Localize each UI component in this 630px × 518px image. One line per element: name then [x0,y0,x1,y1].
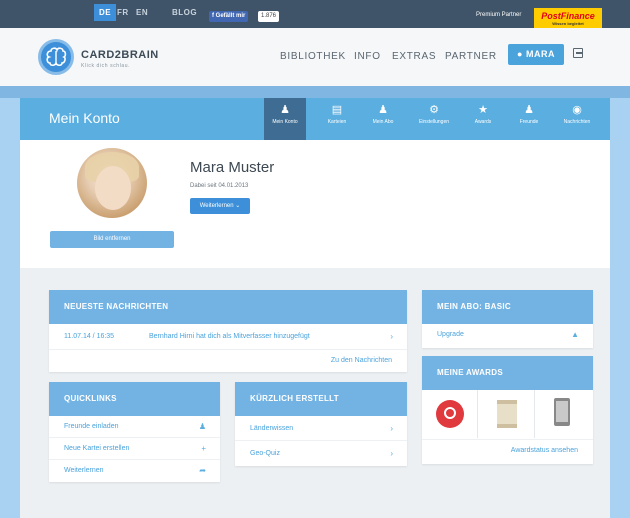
plus-icon: + [201,444,206,453]
language-de[interactable]: DE [94,4,117,21]
page-title: Mein Konto [49,110,120,126]
user-name: MARA [525,49,555,59]
upgrade-link[interactable]: Upgrade ▲ [422,324,593,346]
postfinance-logo[interactable]: PostFinance Wissen begleitet [534,8,602,28]
member-since: Dabei seit 04.01.2013 [190,183,249,189]
friends-icon: ♟ [198,422,206,431]
subscription-icon: ♟ [378,104,388,116]
header-band [0,86,630,98]
quicklinks-card: QUICKLINKS Freunde einladen ♟ Neue Karte… [49,382,220,482]
news-card: NEUESTE NACHRICHTEN 11.07.14 / 16:35 Ber… [49,290,407,372]
logout-icon[interactable] [573,48,583,58]
quicklinks-title: QUICKLINKS [49,382,220,416]
nav-extras[interactable]: EXTRAS [392,51,436,62]
subscription-title: MEIN ABO: BASIC [422,290,593,324]
quicklink-label: Neue Kartei erstellen [64,445,130,452]
tab-label: Freunde [519,119,539,125]
quicklink-invite-friends[interactable]: Freunde einladen ♟ [49,416,220,438]
recent-item[interactable]: Geo-Quiz › [235,441,407,466]
thumbs-up-icon: ▲ [571,330,579,339]
award-status-link[interactable]: Awardstatus ansehen [422,440,593,462]
profile-section: Bild entfernen Mara Muster Dabei seit 04… [20,140,610,268]
friends-icon: ♟ [524,104,534,116]
continue-learning-button[interactable]: Weiterlernen ⌄ [190,198,250,214]
remove-image-button[interactable]: Bild entfernen [50,231,174,248]
recent-item-label: Geo-Quiz [250,450,280,457]
tab-label: Mein Abo [372,119,394,125]
facebook-like-button[interactable]: f Gefällt mir [209,11,249,22]
chevron-down-icon: ⌄ [233,203,241,209]
language-en[interactable]: EN [136,8,148,17]
quicklink-new-deck[interactable]: Neue Kartei erstellen + [49,438,220,460]
quicklink-label: Weiterlernen [64,467,104,474]
news-date: 11.07.14 / 16:35 [64,333,115,340]
recent-item-label: Länderwissen [250,425,294,432]
recent-card: KÜRZLICH ERSTELLT Länderwissen › Geo-Qui… [235,382,407,466]
continue-learning-label: Weiterlernen [199,203,234,209]
postfinance-logo-text: PostFinance [541,11,595,21]
blog-link[interactable]: BLOG [172,8,197,17]
account-bar: Mein Konto ♟ Mein Konto ▤ Karteien ♟ Mei… [20,98,610,145]
brand-slogan: Klick dich schlau. [81,63,131,69]
postfinance-slogan: Wissen begleitet [552,21,584,26]
tab-awards[interactable]: ★ Awards [463,98,503,140]
tab-label: Mein Konto [272,119,298,125]
upgrade-label: Upgrade [437,331,464,338]
tab-mein-konto[interactable]: ♟ Mein Konto [264,98,306,145]
chevron-right-icon: › [390,449,393,458]
nav-partner[interactable]: PARTNER [445,51,497,62]
cards-icon: ▤ [331,104,343,116]
tab-einstellungen[interactable]: ⚙ Einstellungen [412,98,456,140]
quicklink-continue[interactable]: Weiterlernen ➦ [49,460,220,482]
recent-title: KÜRZLICH ERSTELLT [235,382,407,416]
site-header: CARD2BRAIN Klick dich schlau. BIBLIOTHEK… [0,28,630,86]
tab-label: Nachrichten [563,119,591,125]
tab-label: Karteien [327,119,347,125]
award-power-icon[interactable] [422,390,478,438]
share-arrow-icon: ➦ [199,466,206,475]
dashboard-area: NEUESTE NACHRICHTEN 11.07.14 / 16:35 Ber… [20,268,610,518]
user-menu-button[interactable]: ● MARA [508,44,564,65]
recent-item[interactable]: Länderwissen › [235,416,407,441]
user-icon: ● [517,49,526,59]
tab-freunde[interactable]: ♟ Freunde [508,98,550,140]
award-pillar-icon[interactable] [479,390,535,438]
chevron-right-icon: › [390,424,393,433]
chat-icon: ◉ [572,104,582,116]
brand-name[interactable]: CARD2BRAIN [81,49,159,61]
news-title: NEUESTE NACHRICHTEN [49,290,407,324]
awards-row [422,390,593,440]
facebook-like-count: 1.876 [258,11,280,22]
facebook-like-label: Gefällt mir [215,13,246,19]
avatar[interactable] [77,148,147,218]
user-icon: ♟ [280,104,290,116]
profile-name: Mara Muster [190,159,275,176]
gear-icon: ⚙ [429,104,439,116]
awards-title: MEINE AWARDS [422,356,593,390]
news-text: Bernhard Hirni hat dich als Mitverfasser… [149,333,310,340]
quicklink-label: Freunde einladen [64,423,119,430]
language-fr[interactable]: FR [117,8,129,17]
tab-nachrichten[interactable]: ◉ Nachrichten [554,98,600,140]
tab-karteien[interactable]: ▤ Karteien [310,98,364,140]
trophy-icon: ★ [478,104,488,116]
tab-label: Einstellungen [418,119,450,125]
chevron-right-icon: › [390,332,393,341]
top-bar: DE FR EN BLOG f Gefällt mir 1.876 Premiu… [0,0,630,28]
news-item[interactable]: 11.07.14 / 16:35 Bernhard Hirni hat dich… [49,324,407,350]
tab-mein-abo[interactable]: ♟ Mein Abo [360,98,406,140]
tab-label: Awards [474,119,492,125]
all-messages-link[interactable]: Zu den Nachrichten [49,350,407,372]
nav-info[interactable]: INFO [354,51,381,62]
premium-partner-label: Premium Partner [476,12,522,18]
award-tablet-icon[interactable] [536,390,592,438]
awards-card: MEINE AWARDS Awardstatus ansehen [422,356,593,464]
brain-logo-icon[interactable] [38,39,74,75]
nav-bibliothek[interactable]: BIBLIOTHEK [280,51,346,62]
subscription-card: MEIN ABO: BASIC Upgrade ▲ [422,290,593,348]
